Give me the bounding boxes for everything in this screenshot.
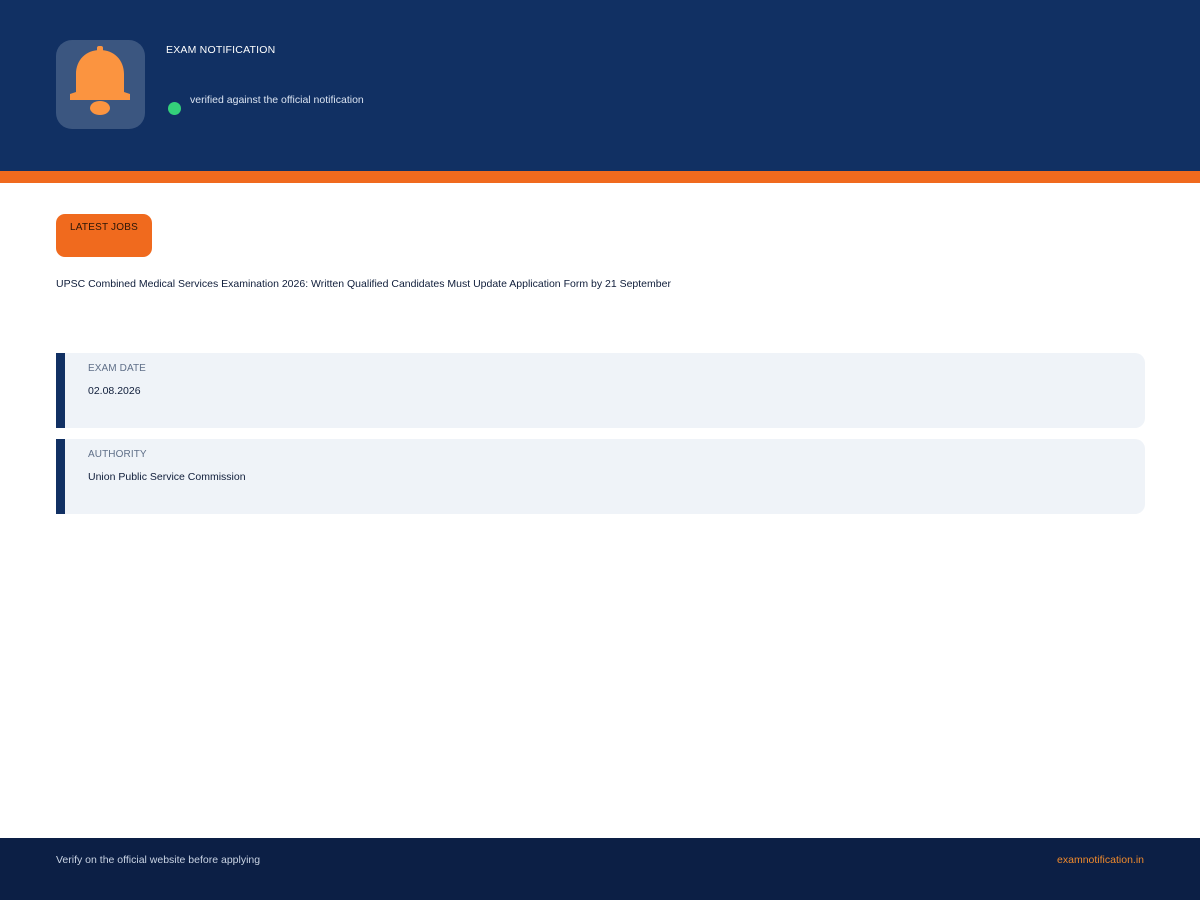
footer: Verify on the official website before ap… — [0, 838, 1200, 900]
authority-value: Union Public Service Commission — [88, 471, 246, 483]
exam-date-label: EXAM DATE — [88, 363, 146, 374]
footer-site-link[interactable]: examnotification.in — [1057, 854, 1144, 866]
header-eyebrow: EXAM NOTIFICATION — [166, 44, 276, 56]
authority-card: AUTHORITY Union Public Service Commissio… — [56, 439, 1145, 514]
authority-label: AUTHORITY — [88, 449, 147, 460]
notification-headline: UPSC Combined Medical Services Examinati… — [56, 278, 671, 290]
page: EXAM NOTIFICATION verified against the o… — [0, 0, 1200, 900]
header-banner: EXAM NOTIFICATION verified against the o… — [0, 0, 1200, 171]
category-badge[interactable]: LATEST JOBS — [56, 214, 152, 257]
bell-icon — [70, 46, 130, 115]
verified-status-text: verified against the official notificati… — [190, 94, 364, 106]
exam-date-value: 02.08.2026 — [88, 385, 141, 397]
logo-tile — [56, 40, 145, 129]
verified-status-dot — [168, 102, 181, 115]
card-accent-bar — [56, 439, 65, 514]
exam-date-card: EXAM DATE 02.08.2026 — [56, 353, 1145, 428]
footer-disclaimer: Verify on the official website before ap… — [56, 854, 261, 866]
card-accent-bar — [56, 353, 65, 428]
header-accent-stripe — [0, 171, 1200, 183]
